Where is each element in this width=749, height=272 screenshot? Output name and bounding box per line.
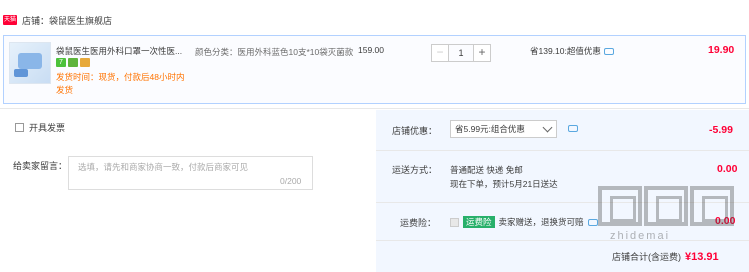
item-subtotal: 19.90 — [708, 44, 735, 56]
divider — [376, 150, 749, 151]
invoice-label: 开具发票 — [29, 123, 66, 133]
unit-price: 159.00 — [358, 45, 384, 55]
delivery-fee: 0.00 — [717, 163, 738, 175]
shipping-time: 发货时间：现货，付款后48小时内发货 — [56, 72, 185, 95]
divider — [0, 108, 749, 109]
insurance-text: 卖家赠送，退换货可赔 — [498, 217, 584, 227]
store-total: 店铺合计(含运费) ¥13.91 — [612, 250, 719, 263]
decrease-button[interactable]: − — [431, 44, 449, 62]
delivery-info: 普通配送 快递 免邮 现在下单，预计5月21日送达 — [450, 163, 558, 191]
total-value: ¥13.91 — [685, 251, 719, 263]
delivery-label: 运送方式： — [392, 165, 438, 175]
coupon-label: 店铺优惠： — [392, 126, 438, 136]
insurance-checkbox[interactable] — [450, 217, 459, 227]
guarantee-icon — [68, 58, 78, 67]
left-panel — [0, 110, 375, 272]
watermark-char-icon — [644, 186, 688, 226]
chevron-down-icon — [542, 122, 553, 133]
delivery-eta: 现在下单，预计5月21日送达 — [450, 179, 558, 189]
invoice-checkbox[interactable] — [15, 123, 24, 132]
coupon-selected: 省5.99元:组合优惠 — [455, 124, 525, 134]
store-name[interactable]: 店铺：袋鼠医生旗舰店 — [22, 14, 112, 27]
seven-day-return-icon: 7 — [56, 58, 66, 67]
credit-card-icon — [80, 58, 90, 67]
tmall-icon: 天猫 — [3, 15, 17, 25]
chat-bubble-icon[interactable] — [603, 47, 614, 55]
total-label: 店铺合计(含运费) — [612, 252, 681, 262]
sku-info: 颜色分类：医用外科蓝色10支*10袋灭菌款 — [195, 47, 354, 57]
insurance-tag: 运费险 — [463, 216, 495, 228]
insurance-chat-icon[interactable] — [587, 218, 598, 226]
message-char-count: 0/200 — [280, 176, 302, 186]
coupon-amount: -5.99 — [709, 124, 733, 136]
increase-button[interactable]: + — [473, 44, 491, 62]
watermark-text: zhidemai — [610, 230, 671, 242]
watermark-logo-icon — [598, 186, 734, 226]
message-placeholder: 选填，请先和商家协商一致，付款后商家可见 — [78, 162, 249, 172]
message-label: 给卖家留言： — [13, 161, 68, 171]
invoice-option[interactable]: 开具发票 — [15, 121, 65, 134]
watermark-char-icon — [690, 186, 734, 226]
insurance-label: 运费险： — [400, 218, 437, 228]
mask-package-icon — [14, 69, 28, 77]
saving-info: 省139.10:超值优惠 — [530, 45, 614, 57]
service-badges: 7 — [56, 58, 90, 67]
coupon-chat-icon[interactable] — [568, 125, 578, 132]
quantity-input[interactable]: 1 — [449, 44, 473, 62]
divider — [376, 240, 749, 241]
mask-image-icon — [18, 53, 42, 69]
product-title[interactable]: 袋鼠医生医用外科口罩一次性医... — [56, 45, 192, 57]
store-header: 天猫 店铺：袋鼠医生旗舰店 — [0, 10, 112, 30]
saving-text: 省139.10:超值优惠 — [530, 46, 601, 56]
quantity-stepper: − 1 + — [431, 44, 491, 62]
delivery-method: 普通配送 快递 免邮 — [450, 165, 523, 175]
insurance-row: 运费险 卖家赠送，退换货可赔 — [450, 216, 598, 228]
coupon-select[interactable]: 省5.99元:组合优惠 — [450, 120, 557, 138]
product-thumbnail[interactable] — [9, 42, 51, 84]
watermark-char-icon — [598, 186, 642, 226]
